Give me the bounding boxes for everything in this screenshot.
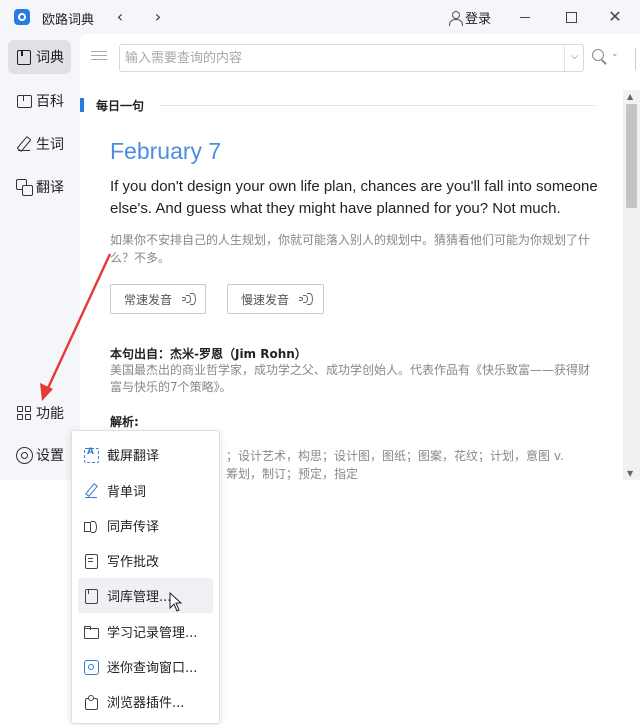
menu-item-label: 学习记录管理...: [107, 626, 198, 641]
speaker-icon: [84, 519, 98, 533]
menu-item-label: 截屏翻译: [107, 449, 160, 464]
section-header: 每日一句: [80, 98, 145, 113]
user-icon: [448, 10, 463, 26]
scroll-down-icon[interactable]: ▼: [627, 469, 633, 478]
sound-wave-icon: [182, 292, 197, 306]
sidebar-item-dictionary[interactable]: 词典: [8, 40, 71, 74]
search-input[interactable]: [120, 45, 560, 71]
section-accent-bar: [80, 98, 84, 112]
mini-window-icon: [84, 659, 99, 675]
gear-icon: [16, 447, 33, 464]
puzzle-icon: [84, 694, 98, 710]
pencil-icon: [84, 484, 98, 498]
sidebar-item-encyclopedia[interactable]: 百科: [8, 84, 71, 118]
pen-icon: [16, 136, 32, 152]
sidebar-item-label: 功能: [36, 406, 64, 422]
book-icon: [16, 49, 32, 65]
sidebar-item-label: 词典: [36, 50, 64, 66]
section-title: 每日一句: [96, 98, 145, 113]
functions-menu: 截屏翻译 背单词 同声传译 写作批改 词库管理... 学习记录管理... 迷你查…: [71, 430, 220, 724]
divider: [159, 105, 595, 106]
minimize-button[interactable]: [513, 6, 537, 28]
app-window: 欧路词典 ‹ › 登录 ✕ 词典 百科 生词 翻译 功能 设置 输入需要查询的内…: [0, 0, 640, 480]
analysis-line: ；设计艺术，构思；设计图，图纸；图案，花纹；计划，意图 v.: [226, 449, 564, 463]
chevron-down-icon[interactable]: ⌵: [564, 45, 584, 71]
menu-item-dictionary-library[interactable]: 词库管理...: [78, 578, 213, 613]
normal-speed-audio-button[interactable]: 常速发音: [110, 284, 206, 314]
sidebar-item-translate[interactable]: 翻译: [8, 170, 71, 204]
maximize-button[interactable]: [559, 6, 583, 28]
search-box: ⌵: [119, 44, 584, 72]
menu-item-screenshot-translate[interactable]: 截屏翻译: [78, 437, 213, 472]
screenshot-translate-icon: [84, 447, 99, 463]
menu-item-writing-correction[interactable]: 写作批改: [78, 543, 213, 578]
menu-item-label: 词库管理...: [107, 590, 172, 605]
sidebar-item-label: 百科: [36, 94, 64, 110]
sidebar: 词典 百科 生词 翻译 功能 设置: [0, 34, 80, 480]
button-label: 慢速发音: [241, 292, 290, 307]
button-label: 常速发音: [124, 292, 173, 307]
document-icon: [84, 553, 98, 569]
book-icon: [84, 588, 98, 604]
wiki-icon: [16, 93, 32, 109]
analysis-line: 筹划，制订；预定，指定: [226, 467, 359, 480]
sidebar-item-label: 设置: [36, 448, 64, 464]
search-icon[interactable]: [592, 49, 608, 65]
forward-button[interactable]: ›: [147, 6, 169, 28]
translate-icon: [16, 179, 33, 196]
close-button[interactable]: ✕: [603, 6, 627, 28]
sound-wave-icon: [299, 292, 314, 306]
slow-speed-audio-button[interactable]: 慢速发音: [227, 284, 324, 314]
main-content: ⌵ ⌄ 每日一句 February 7 If you don't design …: [80, 34, 640, 480]
menu-item-mini-window[interactable]: 迷你查询窗口...: [78, 649, 213, 684]
sidebar-item-settings[interactable]: 设置: [8, 438, 71, 472]
folder-icon: [84, 625, 99, 639]
login-button[interactable]: 登录: [448, 8, 491, 27]
menu-item-label: 写作批改: [107, 555, 160, 570]
divider: [635, 48, 636, 70]
analysis-title: 解析:: [110, 415, 139, 429]
login-label: 登录: [465, 12, 492, 27]
search-row: ⌵ ⌄: [80, 34, 640, 82]
sidebar-item-vocabulary[interactable]: 生词: [8, 127, 71, 161]
vertical-scrollbar[interactable]: ▲ ▼: [623, 90, 640, 480]
grid-icon: [16, 405, 32, 421]
scroll-up-icon[interactable]: ▲: [627, 92, 633, 101]
menu-item-memorize-words[interactable]: 背单词: [78, 473, 213, 508]
chinese-translation: 如果你不安排自己的人生规划，你就可能落入别人的规划中。猜猜看他们可能为你规划了什…: [110, 233, 591, 265]
menu-item-study-records[interactable]: 学习记录管理...: [78, 614, 213, 649]
menu-item-browser-plugin[interactable]: 浏览器插件...: [78, 684, 213, 719]
app-title: 欧路词典: [42, 13, 95, 28]
list-icon[interactable]: [91, 49, 107, 63]
menu-item-label: 同声传译: [107, 520, 160, 535]
app-logo-icon: [14, 9, 30, 25]
search-options-chevron-icon[interactable]: ⌄: [611, 49, 619, 59]
daily-sentence-panel: 每日一句 February 7 If you don't design your…: [80, 90, 640, 480]
sidebar-item-label: 生词: [36, 137, 64, 153]
daily-date: February 7: [110, 138, 222, 164]
menu-item-label: 背单词: [107, 485, 147, 500]
title-bar: 欧路词典 ‹ › 登录 ✕: [0, 0, 640, 34]
source-description: 美国最杰出的商业哲学家，成功学之父、成功学创始人。代表作品有《快乐致富——获得财…: [110, 363, 591, 394]
sidebar-item-label: 翻译: [36, 180, 64, 196]
sentence-source: 本句出自：杰米-罗恩（Jim Rohn）: [110, 347, 307, 361]
analysis-text: ；设计艺术，构思；设计图，图纸；图案，花纹；计划，意图 v. 筹划，制订；预定，…: [226, 447, 606, 480]
english-sentence: If you don't design your own life plan, …: [110, 178, 598, 217]
menu-item-label: 迷你查询窗口...: [107, 661, 198, 676]
scrollbar-thumb[interactable]: [626, 104, 637, 208]
menu-item-simultaneous-interpretation[interactable]: 同声传译: [78, 508, 213, 543]
menu-item-label: 浏览器插件...: [107, 696, 185, 711]
mouse-cursor-icon: [169, 592, 183, 612]
back-button[interactable]: ‹: [109, 6, 131, 28]
sidebar-item-functions[interactable]: 功能: [8, 396, 71, 430]
